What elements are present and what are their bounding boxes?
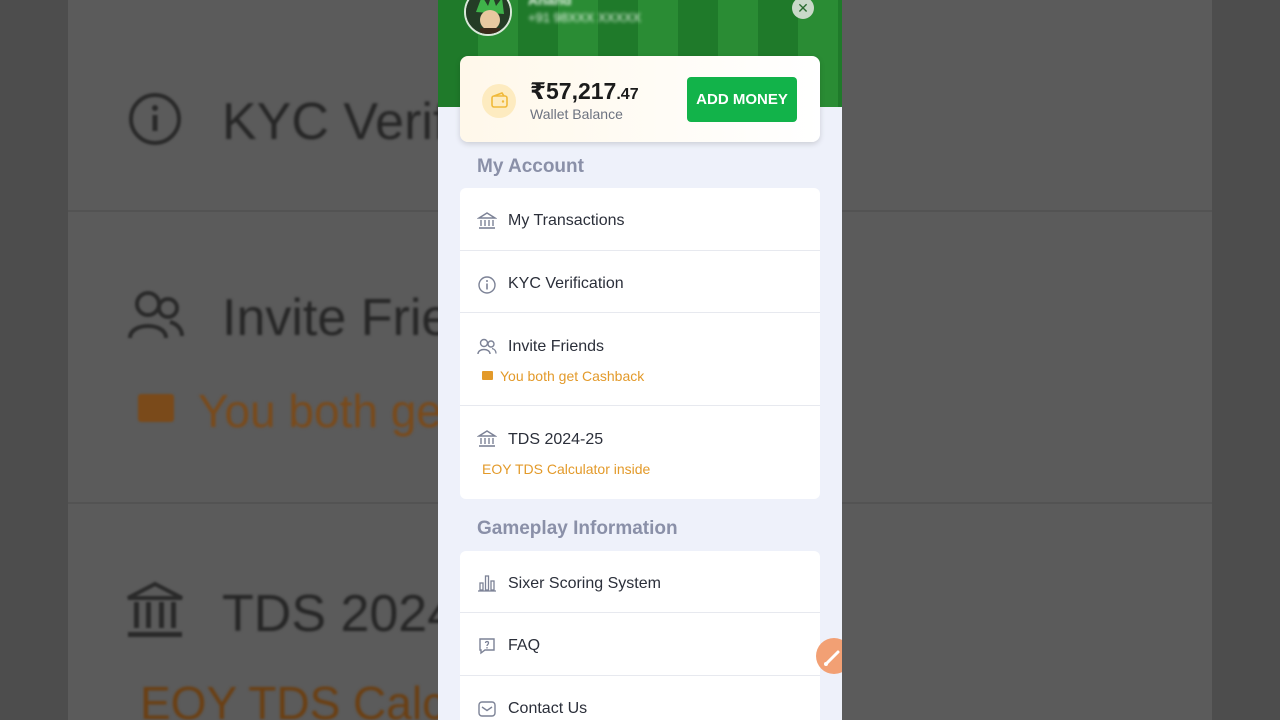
info-icon [478,276,496,294]
menu-item-invite-friends[interactable]: Invite Friends You both get Cashback [460,313,820,406]
close-button[interactable]: ✕ [792,0,814,19]
close-icon: ✕ [797,0,809,16]
wallet-icon [482,84,516,118]
floating-edit-button[interactable] [816,638,842,674]
menu-item-label: Contact Us [508,700,588,717]
background-tds-text: TDS 2024 [222,585,457,643]
user-name: Anand [528,0,572,8]
users-icon [477,338,497,355]
bank-icon [477,212,497,229]
menu-item-sixer-scoring-system[interactable]: Sixer Scoring System [460,551,820,613]
menu-item-label: My Transactions [508,212,625,229]
mail-icon [478,701,496,717]
user-phone: +91 98XXX XXXXX [528,10,642,25]
menu-item-label: Invite Friends [508,338,605,355]
add-money-button[interactable]: ADD MONEY [687,77,797,122]
avatar-image [466,0,510,34]
menu-item-kyc-verification[interactable]: KYC Verification [460,251,820,313]
gift-icon [482,371,493,380]
bank-icon [127,581,183,637]
menu-item-label: TDS 2024-25 [508,431,604,448]
menu-item-tds[interactable]: TDS 2024-25 EOY TDS Calculator inside [460,406,820,499]
avatar[interactable] [464,0,512,36]
menu-item-faq[interactable]: FAQ [460,613,820,676]
menu-item-label: Sixer Scoring System [508,575,661,592]
menu-item-sub: EOY TDS Calculator inside [482,461,651,477]
background-cashback-text: You both ge [198,385,442,437]
wallet-amount: ₹57,217.47 [530,78,639,105]
bank-icon [477,430,497,447]
wallet-amount-decimal: .47 [616,86,639,103]
menu-item-label: KYC Verification [508,275,624,292]
users-icon [128,291,184,339]
menu-item-sub: You both get Cashback [500,368,645,384]
pencil-icon [824,650,840,666]
menu-item-contact-us[interactable]: Contact Us [460,676,820,720]
bar-chart-icon [478,575,496,592]
wallet-card: ₹57,217.47 Wallet Balance ADD MONEY [460,56,820,142]
gift-icon [138,394,174,422]
my-account-card: My Transactions KYC Verification Invite … [460,188,820,499]
background-tds-sub-text: EOY TDS Calcul [140,677,481,720]
question-bubble-icon [479,638,495,655]
gameplay-information-title: Gameplay Information [477,518,678,539]
menu-item-my-transactions[interactable]: My Transactions [460,188,820,251]
info-icon [129,93,181,145]
background-invite-text: Invite Frie [222,289,451,347]
account-drawer: Anand +91 98XXX XXXXX ✕ ₹57,217.47 Walle… [438,0,842,720]
wallet-amount-main: ₹57,217 [530,78,617,104]
background-kyc-text: KYC Verif [222,93,448,151]
wallet-label: Wallet Balance [530,106,623,122]
my-account-title: My Account [477,156,584,177]
gameplay-card: Sixer Scoring System FAQ Contact Us [460,551,820,720]
menu-item-label: FAQ [508,637,541,654]
